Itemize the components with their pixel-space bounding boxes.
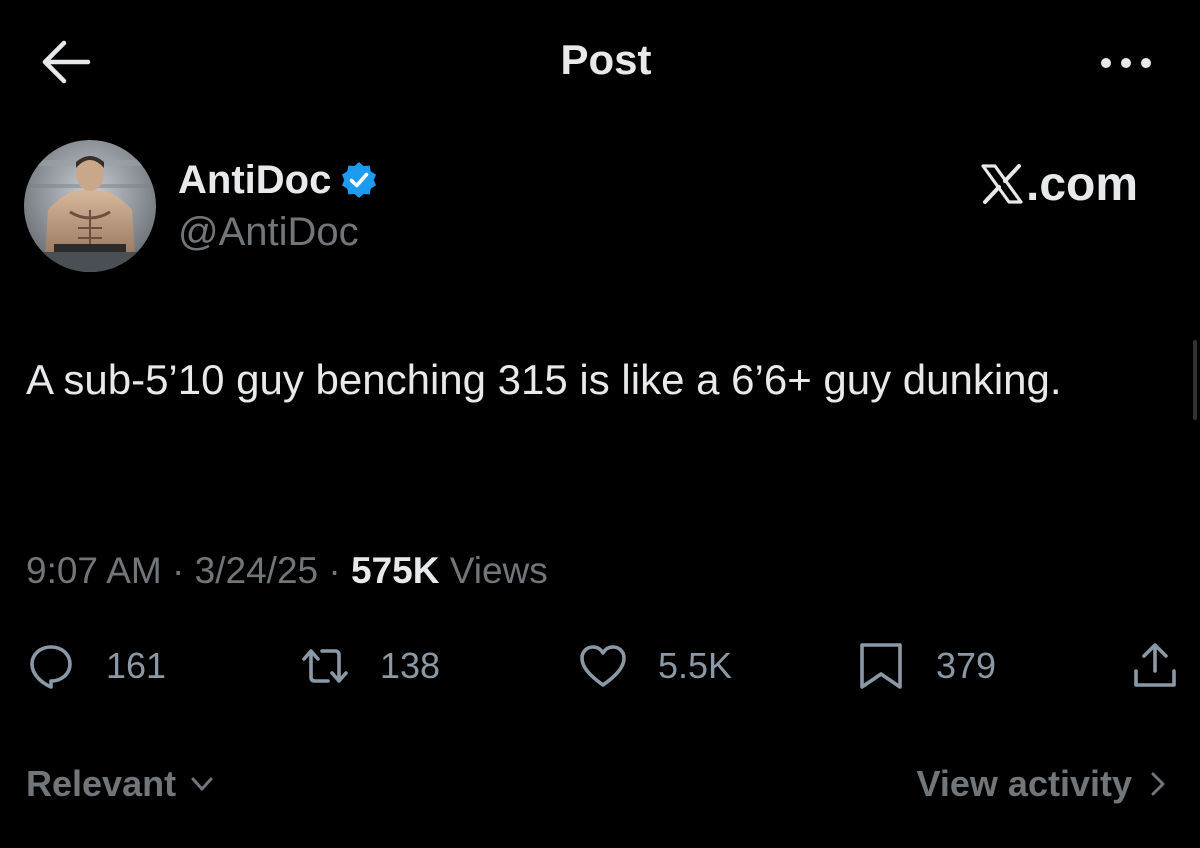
author-avatar[interactable] — [24, 140, 156, 272]
reply-count: 161 — [106, 645, 167, 686]
action-bar: 161 138 5.5K 379 — [0, 634, 1200, 698]
bookmark-button[interactable]: 379 — [856, 634, 996, 698]
x-com-watermark: .com — [980, 156, 1180, 212]
sort-replies-dropdown[interactable]: Relevant — [26, 758, 216, 810]
like-button[interactable]: 5.5K — [578, 634, 732, 698]
avatar-image — [24, 140, 156, 272]
author-handle[interactable]: @AntiDoc — [178, 210, 359, 255]
view-activity-label: View activity — [916, 763, 1132, 804]
post-date[interactable]: 3/24/25 — [195, 550, 318, 591]
post-time[interactable]: 9:07 AM — [26, 550, 162, 591]
verified-badge-icon — [342, 162, 377, 198]
share-icon — [1134, 643, 1176, 687]
reply-icon — [30, 645, 72, 689]
repost-icon — [302, 649, 348, 683]
views-count[interactable]: 575K — [351, 550, 439, 591]
share-button[interactable] — [1130, 634, 1180, 698]
more-options-button[interactable] — [1096, 48, 1156, 78]
bookmark-count: 379 — [936, 645, 997, 686]
watermark-domain: .com — [1026, 157, 1139, 211]
reply-button[interactable]: 161 — [26, 634, 166, 698]
view-activity-link[interactable]: View activity — [917, 758, 1172, 810]
meta-separator: · — [318, 550, 351, 591]
more-horizontal-icon — [1101, 58, 1151, 68]
author-display-name: AntiDoc — [178, 157, 332, 202]
scrollbar[interactable] — [1193, 340, 1197, 420]
bookmark-icon — [860, 643, 902, 689]
meta-separator: · — [161, 550, 195, 591]
chevron-down-icon — [191, 777, 213, 791]
post-text: A sub-5’10 guy benching 315 is like a 6’… — [26, 356, 1062, 403]
post-meta: 9:07 AM · 3/24/25 · 575K Views — [26, 550, 548, 592]
sort-label: Relevant — [26, 763, 177, 804]
views-label[interactable]: Views — [450, 550, 548, 591]
top-bar: Post — [0, 0, 1200, 120]
author-name-row[interactable]: AntiDoc — [178, 154, 379, 206]
repost-button[interactable]: 138 — [300, 634, 440, 698]
x-logo-icon — [981, 164, 1023, 204]
like-count: 5.5K — [658, 645, 733, 686]
heart-icon — [580, 645, 626, 687]
chevron-right-icon — [1151, 772, 1165, 796]
repost-count: 138 — [380, 645, 441, 686]
page-title: Post — [560, 36, 652, 83]
